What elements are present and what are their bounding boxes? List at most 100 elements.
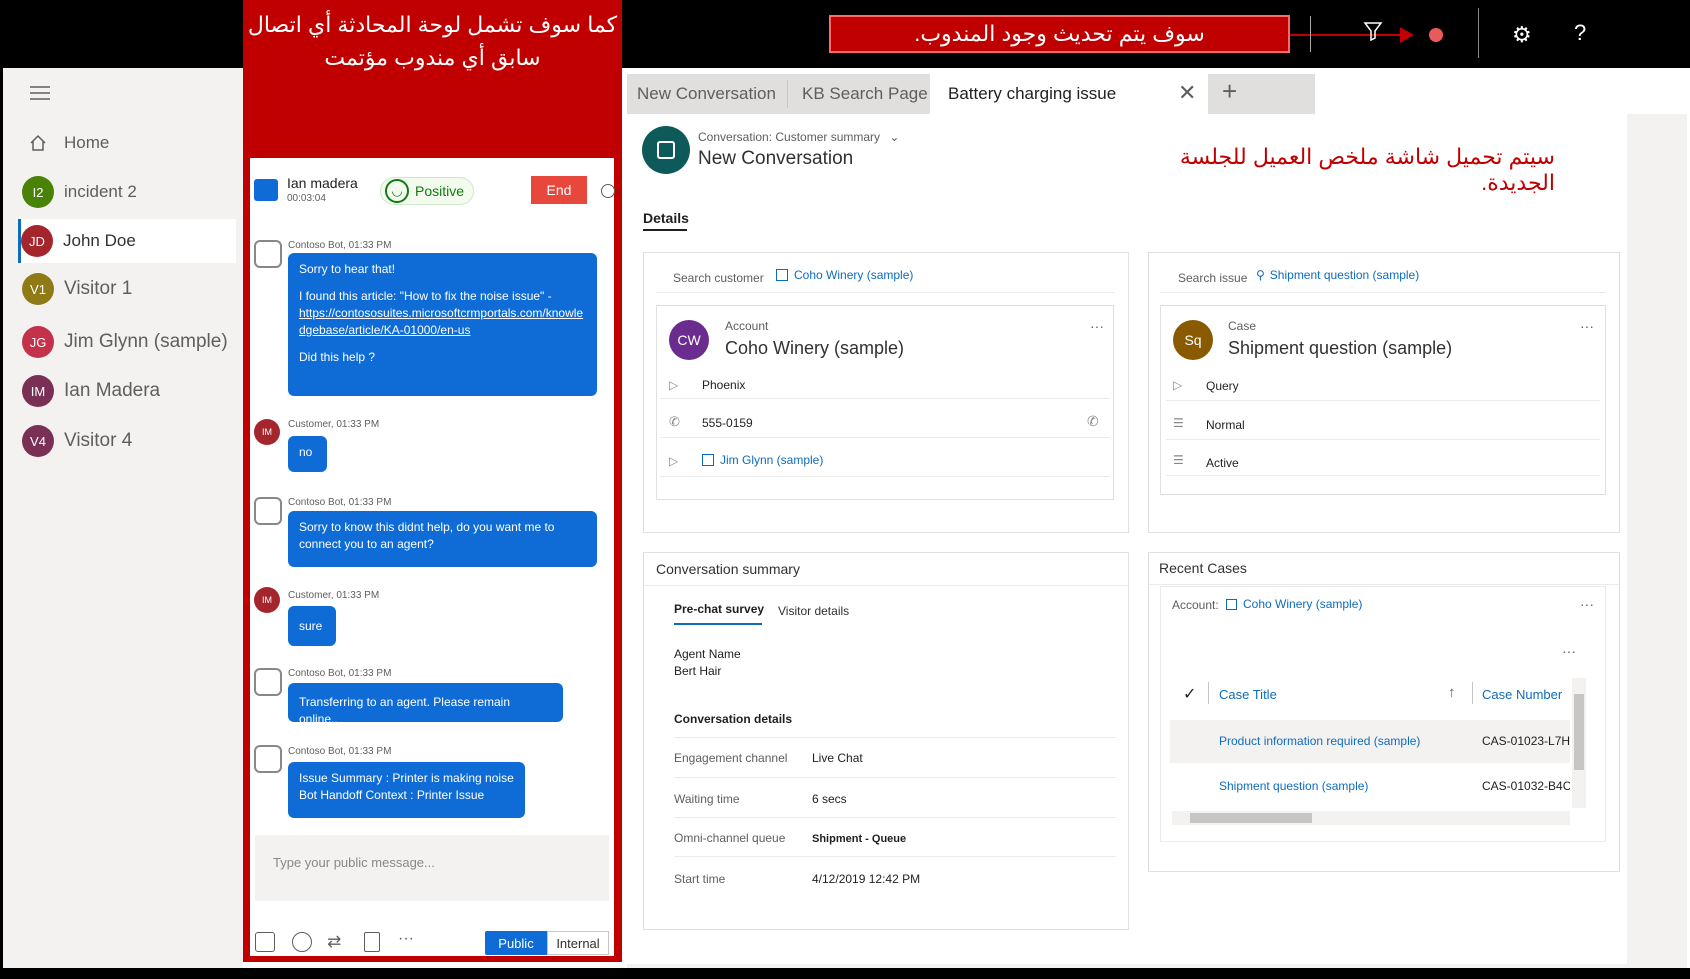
gear-icon[interactable]: ⚙ xyxy=(1512,22,1532,48)
sidebar-item-label: Home xyxy=(64,133,110,152)
notes-icon[interactable] xyxy=(364,932,380,952)
sidebar-item-ian-madera[interactable]: IM Ian Madera xyxy=(22,369,240,413)
avatar: JD xyxy=(21,225,53,257)
internal-mode-button[interactable]: Internal xyxy=(547,931,609,955)
public-mode-button[interactable]: Public xyxy=(485,931,547,955)
account-filter-value: Coho Winery (sample) xyxy=(1243,597,1363,611)
bot-icon xyxy=(254,240,282,268)
presence-status-icon[interactable] xyxy=(1429,28,1443,42)
case-priority: Normal xyxy=(1206,418,1245,432)
horizontal-scrollbar[interactable] xyxy=(1172,811,1570,825)
chevron-down-icon: ⌄ xyxy=(889,130,900,144)
hamburger-menu-icon[interactable] xyxy=(30,86,50,105)
field-value: 4/12/2019 12:42 PM xyxy=(812,872,921,886)
field-label: Omni-channel queue xyxy=(674,831,786,845)
message-text: Did this help ? xyxy=(299,350,376,364)
agent-name-value: Bert Hair xyxy=(674,664,722,678)
divider xyxy=(674,856,1116,857)
account-icon xyxy=(1226,599,1237,610)
tab-visitor-details[interactable]: Visitor details xyxy=(778,604,849,618)
more-options-icon[interactable]: ··· xyxy=(398,930,414,948)
primary-contact-link[interactable]: Jim Glynn (sample) xyxy=(702,453,823,467)
transfer-icon[interactable]: ⇄ xyxy=(327,932,341,952)
sidebar-item-label: incident 2 xyxy=(64,182,137,201)
call-icon[interactable]: ✆ xyxy=(1087,413,1099,430)
sidebar-item-home[interactable]: Home xyxy=(22,121,240,165)
field-value: Live Chat xyxy=(812,751,863,765)
quick-replies-icon[interactable] xyxy=(255,932,275,952)
filter-icon[interactable] xyxy=(1363,20,1383,48)
sentiment-label: Positive xyxy=(415,183,465,199)
sort-ascending-icon[interactable]: ↑ xyxy=(1448,684,1456,701)
grid-more-options-icon[interactable]: ··· xyxy=(1562,643,1576,659)
issue-lookup-value: Shipment question (sample) xyxy=(1269,268,1420,282)
tag-icon: ▷ xyxy=(669,454,679,468)
section-title: Recent Cases xyxy=(1159,560,1247,576)
divider xyxy=(1149,584,1619,585)
more-options-icon[interactable]: ··· xyxy=(1580,318,1594,334)
sidebar-item-label: John Doe xyxy=(63,231,136,250)
scrollbar-thumb[interactable] xyxy=(1190,813,1312,823)
column-divider xyxy=(1472,682,1473,704)
column-header-case-title[interactable]: Case Title xyxy=(1219,687,1277,702)
tab-details[interactable]: Details xyxy=(643,210,689,226)
message-text: Issue Summary : Printer is making noise xyxy=(299,771,514,785)
close-tab-icon[interactable]: ✕ xyxy=(1178,80,1196,106)
bot-icon xyxy=(254,668,282,696)
message-meta: Contoso Bot, 01:33 PM xyxy=(288,497,392,508)
add-tab-icon[interactable]: + xyxy=(1222,76,1237,107)
info-icon[interactable] xyxy=(601,184,615,198)
scrollbar-thumb[interactable] xyxy=(1574,694,1584,770)
sidebar-item-visitor-1[interactable]: V1 Visitor 1 xyxy=(22,267,240,311)
smile-icon: ◡ xyxy=(385,179,409,203)
avatar: IM xyxy=(22,375,54,407)
sidebar-item-label: Jim Glynn (sample) xyxy=(64,331,228,352)
customer-avatar: IM xyxy=(254,419,280,445)
more-options-icon[interactable]: ··· xyxy=(1580,596,1594,612)
sidebar-item-label: Ian Madera xyxy=(64,380,161,401)
sidebar-item-visitor-4[interactable]: V4 Visitor 4 xyxy=(22,419,240,463)
customer-lookup[interactable]: Coho Winery (sample) xyxy=(776,268,913,282)
more-options-icon[interactable]: ··· xyxy=(1090,318,1104,334)
avatar: I2 xyxy=(22,176,54,208)
divider xyxy=(660,398,1110,399)
sidebar-item-john-doe[interactable]: JD John Doe xyxy=(18,219,236,263)
tab-pre-chat-survey[interactable]: Pre-chat survey xyxy=(674,602,764,616)
account-filter-link[interactable]: Coho Winery (sample) xyxy=(1226,597,1362,611)
select-all-checkbox[interactable]: ✓ xyxy=(1183,684,1196,704)
message-text: I found this article: "How to fix the no… xyxy=(299,289,552,303)
tab-battery-charging-issue[interactable]: Battery charging issue xyxy=(930,74,1208,114)
presence-callout: سوف يتم تحديث وجود المندوب. xyxy=(829,15,1290,53)
toolbar-separator xyxy=(1478,8,1479,58)
end-conversation-button[interactable]: End xyxy=(531,176,587,204)
tab-new-conversation[interactable]: New Conversation xyxy=(627,74,787,114)
section-title: Conversation summary xyxy=(656,561,800,577)
kb-article-link[interactable]: https://contososuites.microsoftcrmportal… xyxy=(299,305,586,339)
help-icon[interactable]: ? xyxy=(1574,20,1586,46)
form-selector[interactable]: Conversation: Customer summary ⌄ xyxy=(698,130,899,144)
list-icon: ☰ xyxy=(1173,453,1184,467)
bot-message: Issue Summary : Printer is making noise … xyxy=(288,762,525,818)
consult-icon[interactable] xyxy=(292,932,312,952)
table-row-case-title[interactable]: Product information required (sample) xyxy=(1219,734,1420,748)
sidebar-item-incident-2[interactable]: I2 incident 2 xyxy=(22,170,240,214)
sidebar-item-label: Visitor 1 xyxy=(64,278,133,299)
bot-message: Sorry to hear that! I found this article… xyxy=(288,253,597,396)
account-card xyxy=(656,305,1114,500)
bot-icon xyxy=(254,497,282,525)
issue-lookup[interactable]: ⚲ Shipment question (sample) xyxy=(1256,268,1419,282)
divider xyxy=(1160,292,1606,293)
message-compose-input[interactable]: Type your public message... xyxy=(255,835,609,901)
vertical-scrollbar[interactable] xyxy=(1572,678,1586,808)
column-header-case-number[interactable]: Case Number xyxy=(1482,687,1562,702)
frame-bottom-edge xyxy=(0,968,1690,979)
tag-icon: ▷ xyxy=(669,378,679,392)
table-row-case-title[interactable]: Shipment question (sample) xyxy=(1219,779,1368,793)
record-type-label: Case xyxy=(1228,319,1257,333)
summary-callout-text: سيتم تحميل شاشة ملخص العميل للجلسة الجدي… xyxy=(1179,144,1555,195)
conversation-icon xyxy=(642,126,690,174)
divider xyxy=(1166,439,1600,440)
tab-kb-search-page[interactable]: KB Search Page xyxy=(788,74,930,114)
sidebar-item-jim-glynn[interactable]: JG Jim Glynn (sample) xyxy=(22,320,240,364)
account-city: Phoenix xyxy=(702,378,746,392)
